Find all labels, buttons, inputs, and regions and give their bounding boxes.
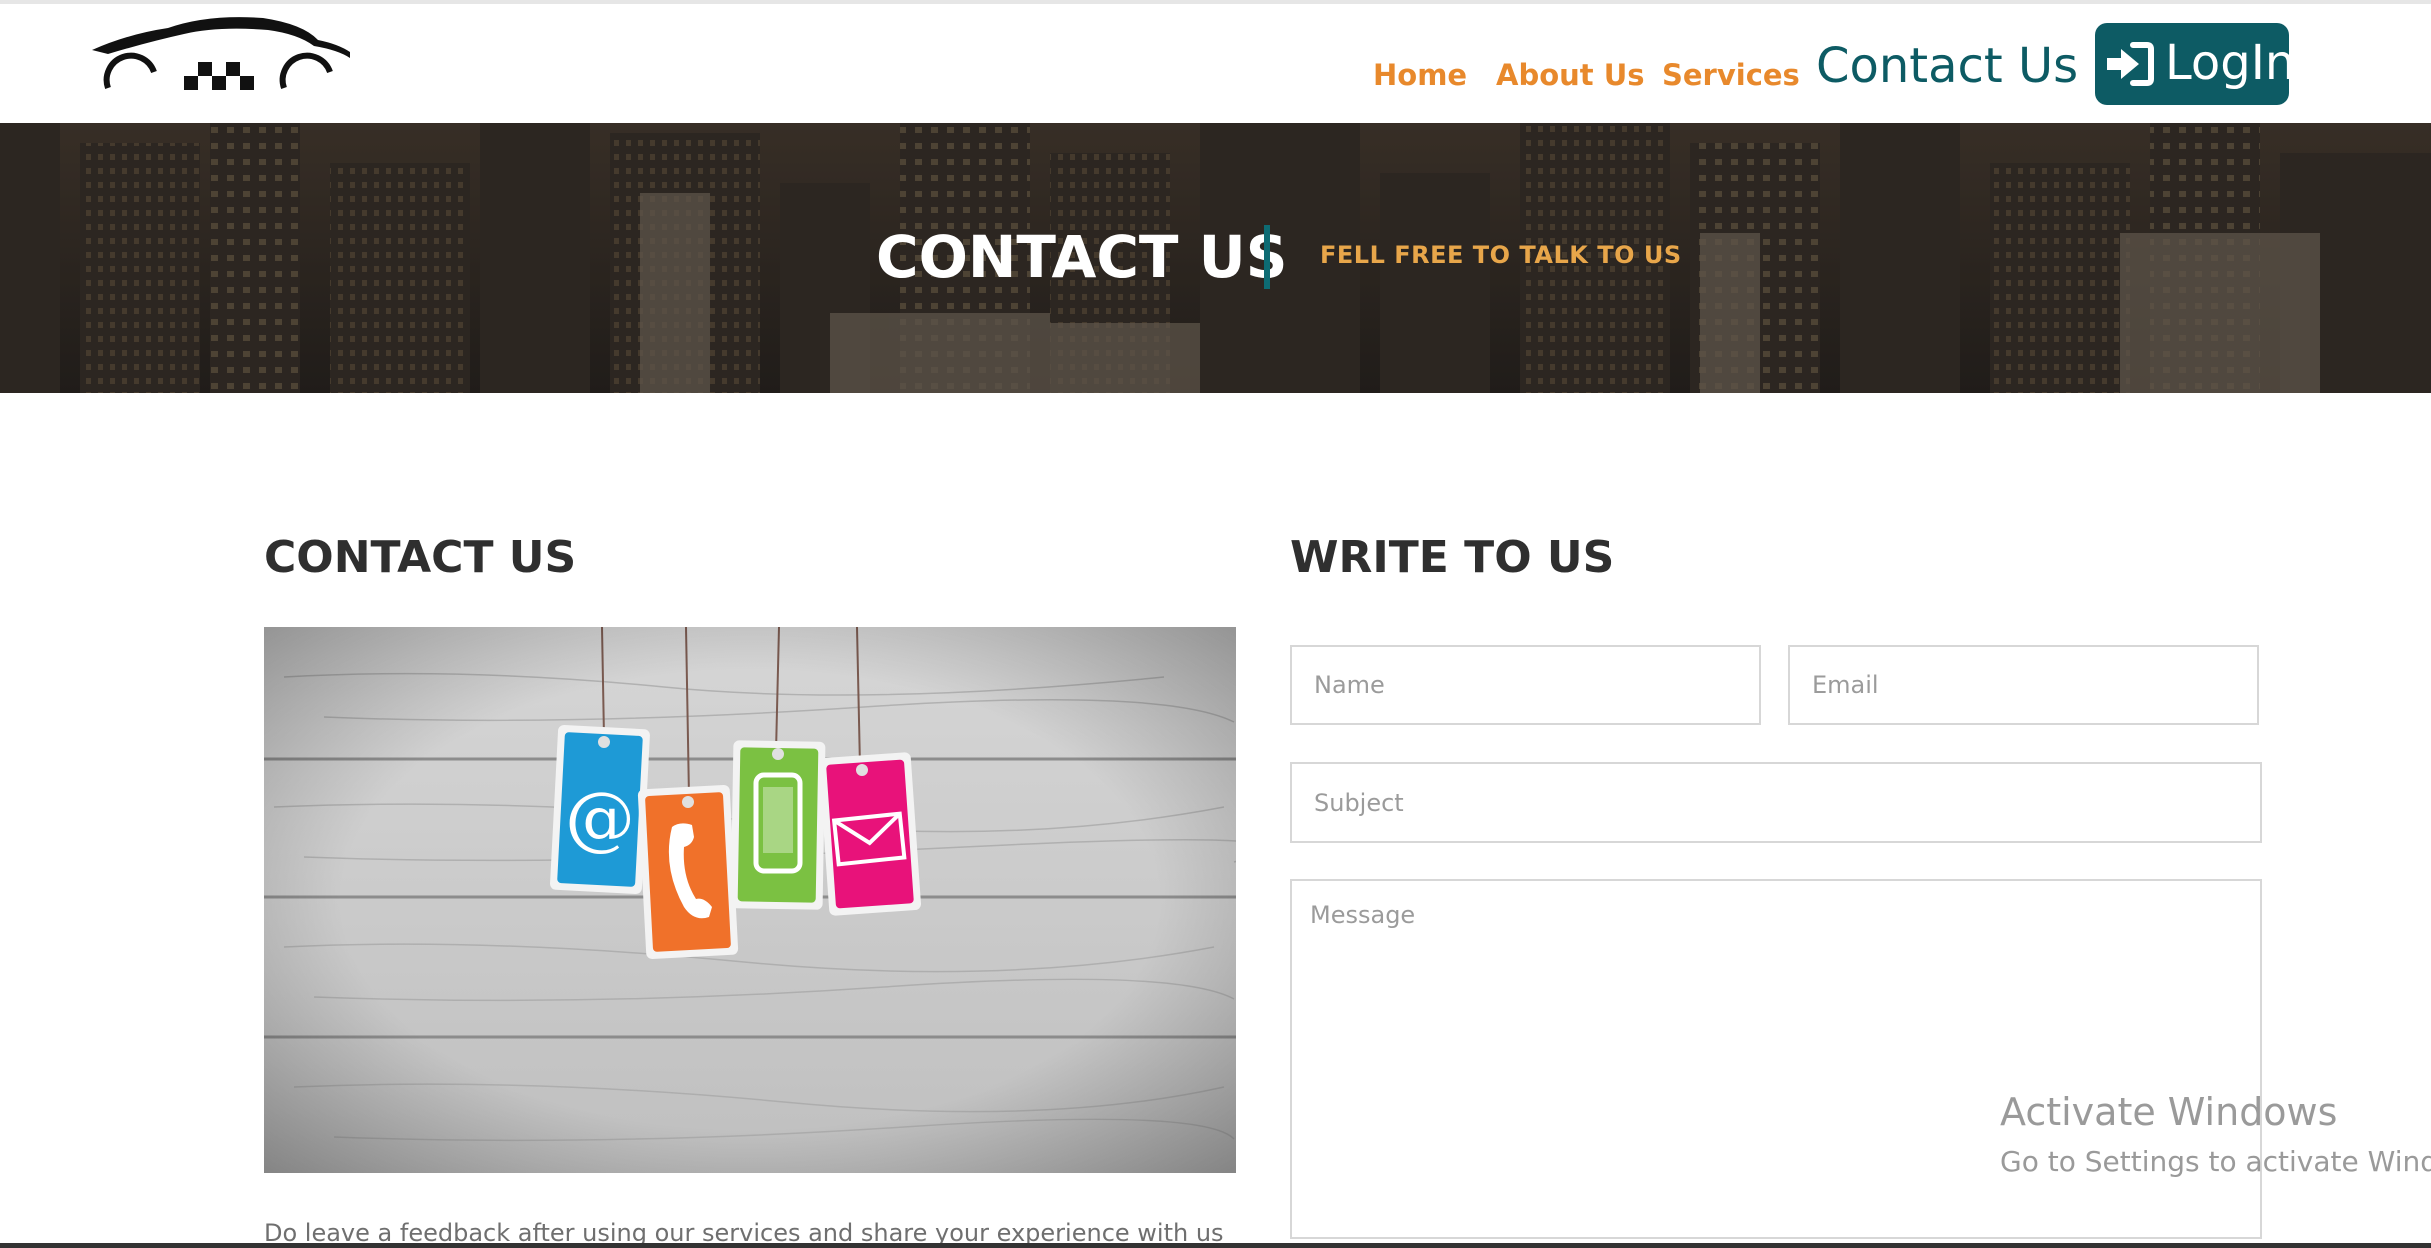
- hero-title: CONTACT US: [876, 223, 1288, 291]
- write-to-us-title: WRITE TO US: [1290, 532, 1615, 583]
- nav-services[interactable]: Services: [1662, 58, 1800, 92]
- hero-subtitle: FELL FREE TO TALK TO US: [1320, 241, 1682, 269]
- site-header: Home About Us Services Contact Us LogIn: [0, 4, 2431, 123]
- hero-banner: CONTACT US FELL FREE TO TALK TO US: [0, 123, 2431, 393]
- login-button[interactable]: LogIn: [2095, 23, 2295, 105]
- message-textarea[interactable]: [1290, 879, 2262, 1239]
- login-icon: [2107, 42, 2154, 86]
- contact-section-title: CONTACT US: [264, 532, 577, 583]
- nav-home[interactable]: Home: [1373, 58, 1467, 92]
- email-input[interactable]: [1788, 645, 2259, 725]
- contact-tags-image: @: [264, 627, 1236, 1173]
- taxi-logo-icon[interactable]: [88, 10, 352, 100]
- hero-divider: [1264, 225, 1270, 289]
- wooden-board-illustration: @: [264, 627, 1236, 1173]
- activate-windows-subtitle: Go to Settings to activate Windows.: [2000, 1145, 2431, 1178]
- nav-contact-us[interactable]: Contact Us: [1816, 38, 2078, 94]
- subject-input[interactable]: [1290, 762, 2262, 843]
- activate-windows-title: Activate Windows: [2000, 1090, 2338, 1134]
- login-label: LogIn: [2165, 35, 2296, 91]
- nav-about-us[interactable]: About Us: [1496, 58, 1645, 92]
- bottom-border: [0, 1243, 2431, 1248]
- name-input[interactable]: [1290, 645, 1761, 725]
